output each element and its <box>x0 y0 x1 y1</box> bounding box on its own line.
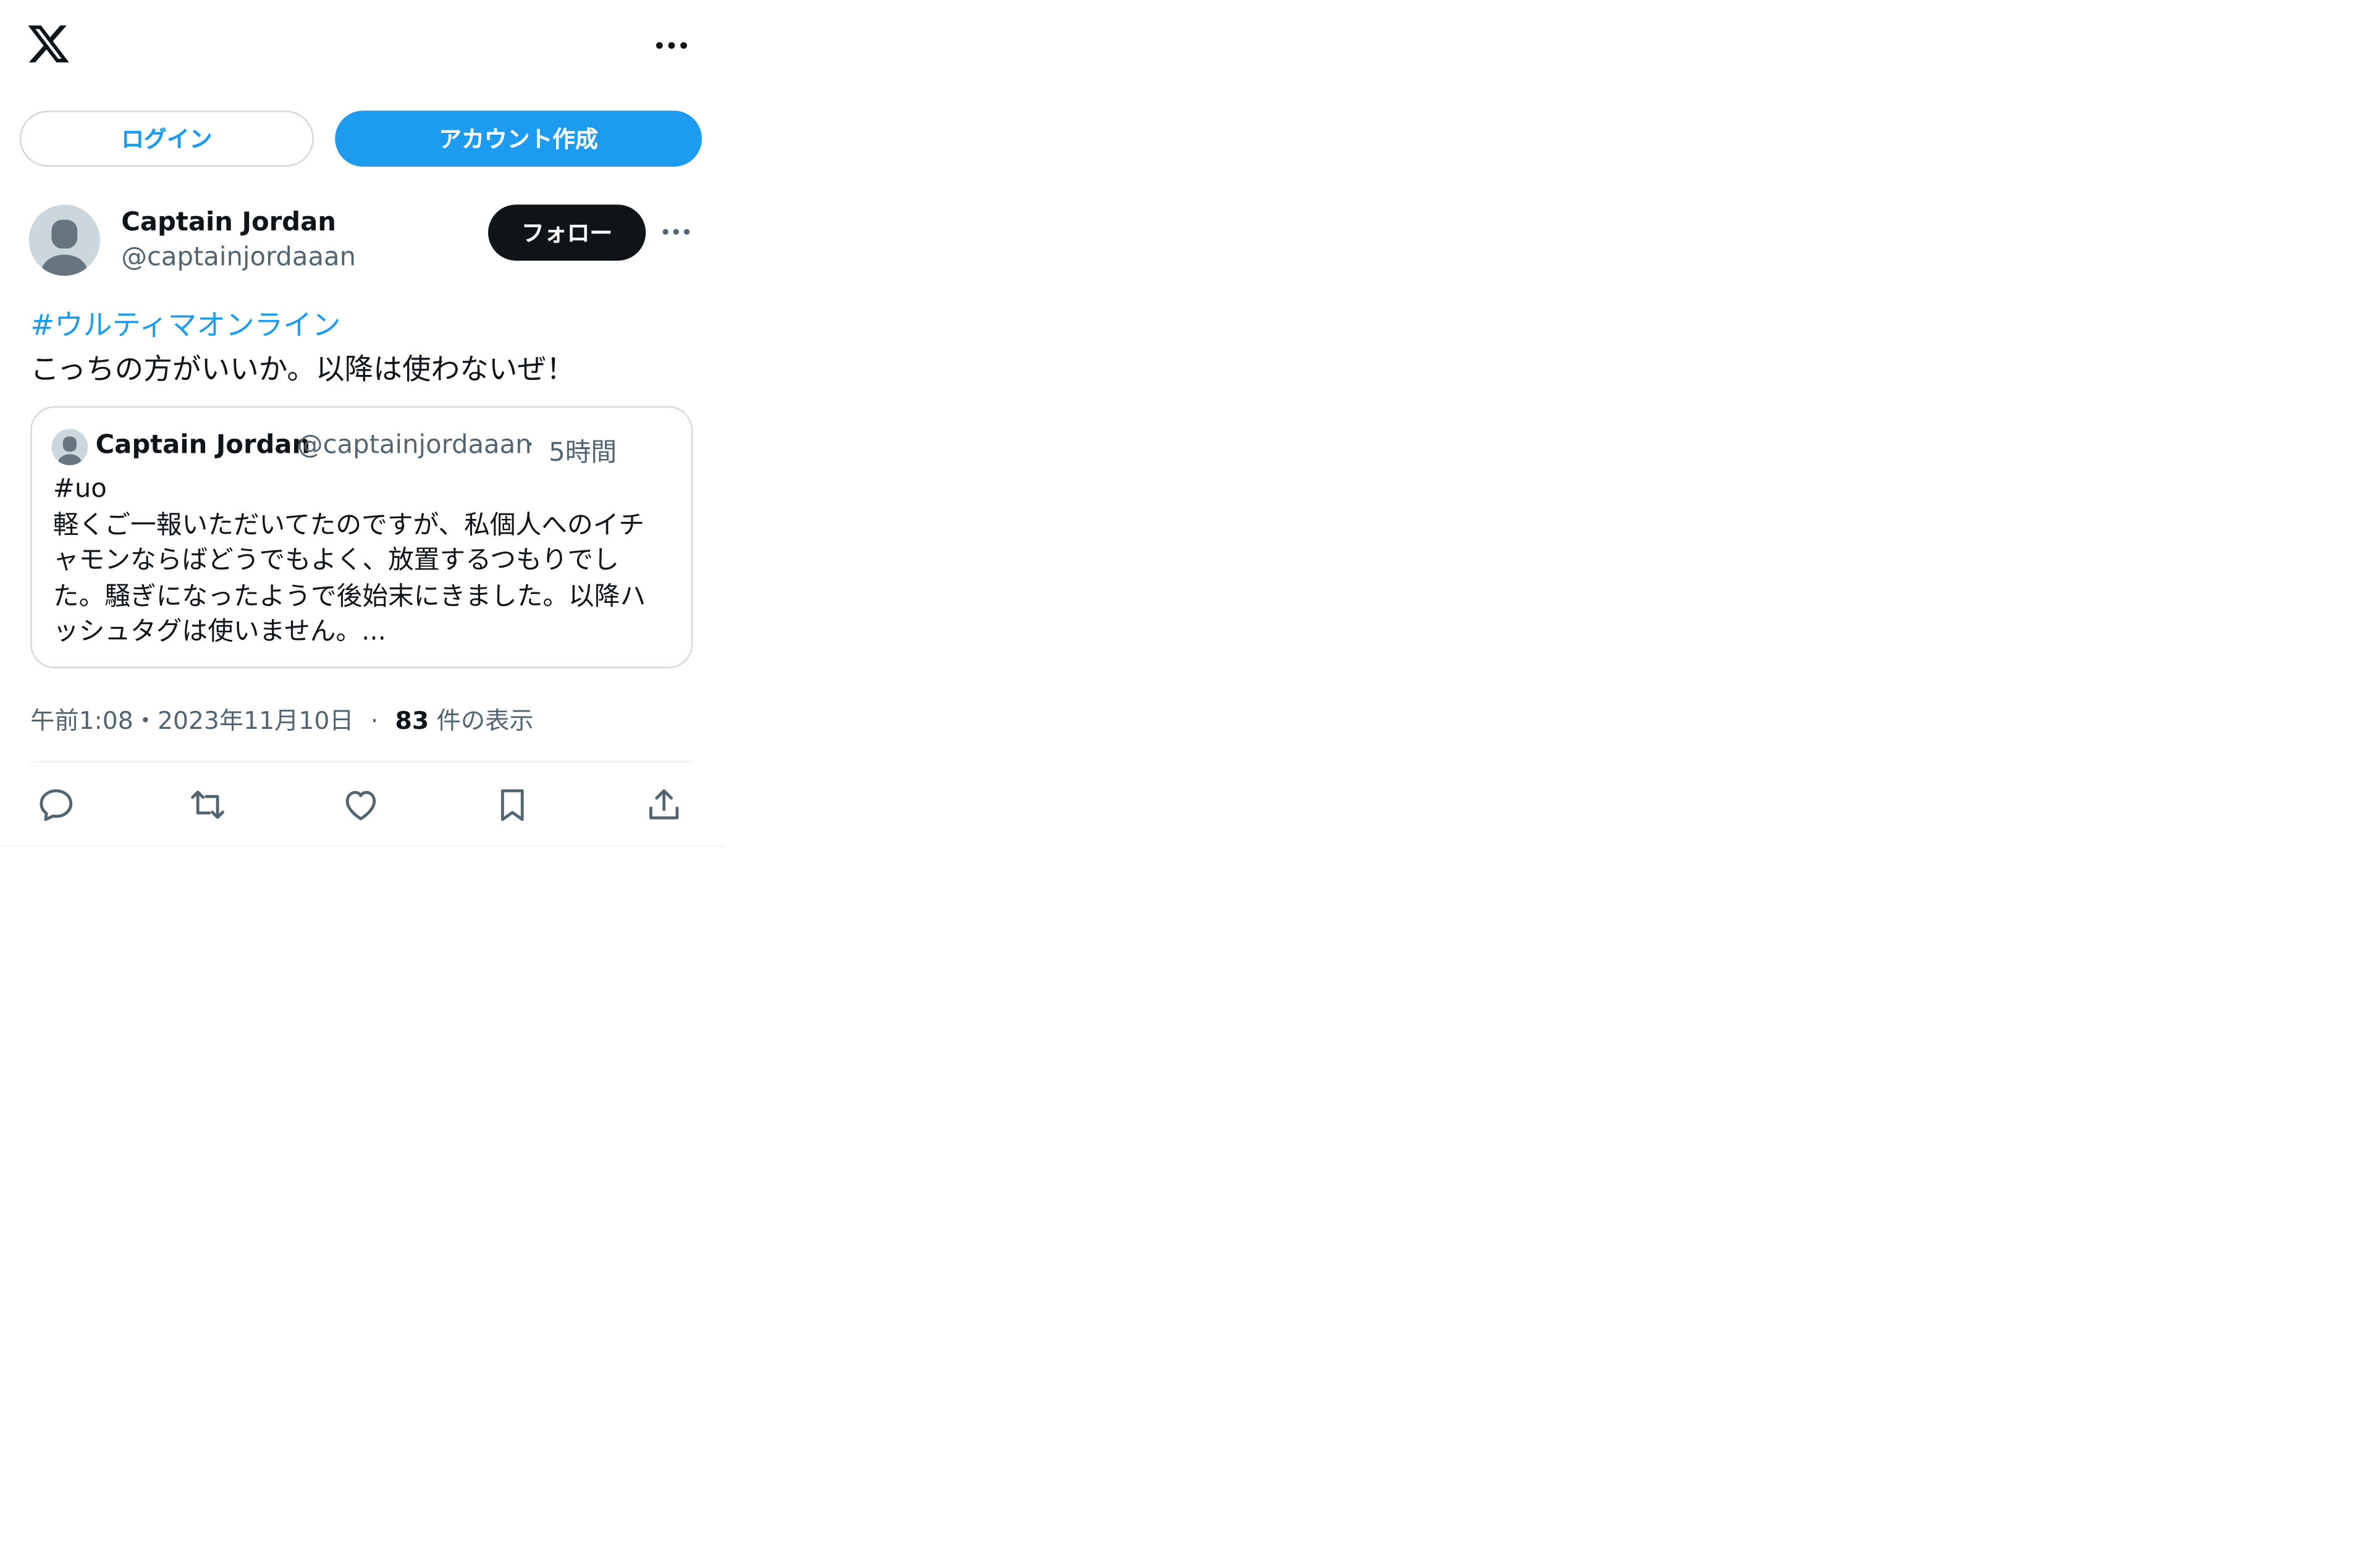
author-name[interactable]: Captain Jordan <box>121 208 336 238</box>
quoted-separator: · <box>526 430 534 461</box>
divider <box>30 760 693 763</box>
divider <box>0 846 724 847</box>
quoted-text: #uo 軽くご一報いただいてたのですが、私個人へのイチ ャモンならばどうでもよく… <box>53 473 678 650</box>
quoted-text-line: た。騒ぎになったようで後始末にきました。以降ハ <box>53 581 646 612</box>
avatar[interactable] <box>28 204 100 276</box>
tweet-text: こっちの方がいいか。以降は使わないぜ！ <box>30 353 575 387</box>
meta-separator: · <box>370 706 379 735</box>
tweet-page: ログイン アカウント作成 Captain Jordan @captainjord… <box>0 0 2380 1564</box>
more-horizontal-icon[interactable] <box>651 33 693 57</box>
login-button[interactable]: ログイン <box>19 111 314 167</box>
reply-icon[interactable] <box>36 785 76 825</box>
bookmark-icon[interactable] <box>492 785 532 825</box>
default-avatar-icon <box>28 204 100 276</box>
quoted-text-line: #uo <box>53 474 107 505</box>
quoted-tweet[interactable]: Captain Jordan @captainjordaaan · 5時間 #u… <box>30 406 693 668</box>
x-logo-icon[interactable] <box>26 21 72 67</box>
create-account-button[interactable]: アカウント作成 <box>335 111 702 167</box>
tweet-timestamp[interactable]: 午前1:08・2023年11月10日 <box>30 706 354 735</box>
follow-button[interactable]: フォロー <box>488 204 646 261</box>
tweet-more-icon[interactable] <box>658 220 694 244</box>
hashtag-link[interactable]: #ウルティマオンライン <box>30 303 340 344</box>
quoted-author-handle: @captainjordaaan <box>297 430 532 461</box>
quoted-text-line: 軽くご一報いただいてたのですが、私個人へのイチ <box>53 510 645 540</box>
quoted-time: 5時間 <box>549 438 617 469</box>
views-count: 83 <box>395 706 429 735</box>
quoted-text-line: ャモンならばどうでもよく、放置するつもりでし <box>53 545 619 576</box>
quoted-author-name: Captain Jordan <box>95 430 311 461</box>
views-label: 件の表示 <box>436 706 534 735</box>
default-avatar-icon <box>51 429 88 466</box>
share-icon[interactable] <box>644 785 684 825</box>
quoted-text-line: ッシュタグは使いません。... <box>53 616 386 647</box>
tweet-meta: 午前1:08・2023年11月10日 · 83 件の表示 <box>30 700 534 737</box>
author-handle[interactable]: @captainjordaaan <box>121 243 356 273</box>
retweet-icon[interactable] <box>188 785 227 825</box>
like-icon[interactable] <box>341 785 381 825</box>
quoted-avatar <box>51 429 88 466</box>
